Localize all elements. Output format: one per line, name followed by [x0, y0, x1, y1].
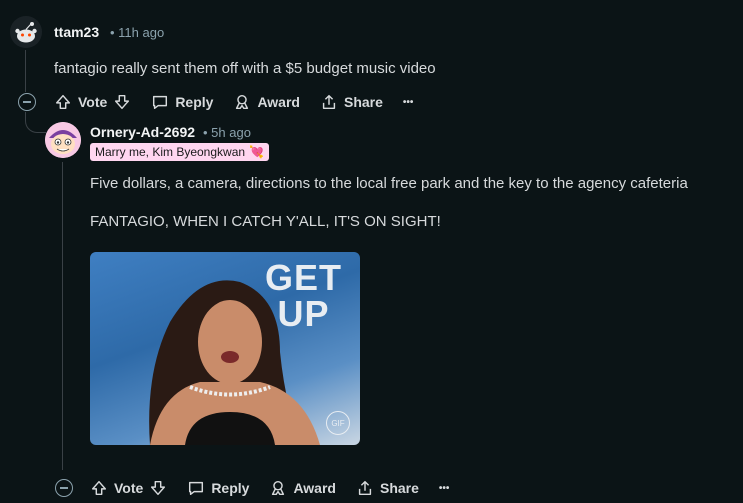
- comment-body: fantagio really sent them off with a $5 …: [54, 60, 436, 77]
- share-icon: [358, 480, 372, 496]
- time-text: 5h ago: [211, 125, 251, 140]
- vote-label: Vote: [114, 480, 144, 496]
- award-icon: [236, 94, 249, 110]
- more-label: •••: [438, 482, 450, 494]
- share-button[interactable]: Share: [310, 93, 393, 111]
- reply-icon: [153, 95, 168, 110]
- comment-actions: Vote Reply Award Share •••: [44, 87, 423, 117]
- comment-actions: Vote Reply Award Share •••: [80, 473, 459, 503]
- gif-caption-line-1: GET: [264, 257, 342, 298]
- more-label: •••: [402, 96, 414, 108]
- vote-group: Vote: [44, 93, 141, 111]
- comment-body-line-2: FANTAGIO, WHEN I CATCH Y'ALL, IT'S ON SI…: [90, 213, 441, 230]
- gif-caption: GET UP: [265, 260, 342, 332]
- award-button[interactable]: Award: [223, 93, 310, 111]
- gif-caption-line-2: UP: [277, 293, 330, 334]
- flair-text: Marry me, Kim Byeongkwan: [95, 145, 246, 159]
- gif-badge: GIF: [326, 411, 350, 435]
- upvote-icon[interactable]: [54, 93, 72, 111]
- cartoon-avatar-icon: [45, 122, 81, 158]
- comment-timestamp: • 11h ago: [110, 25, 165, 40]
- upvote-icon[interactable]: [90, 479, 108, 497]
- reply-button[interactable]: Reply: [141, 93, 223, 111]
- vote-label: Vote: [78, 94, 108, 110]
- collapse-button[interactable]: [18, 93, 36, 111]
- award-label: Award: [293, 480, 336, 496]
- award-button[interactable]: Award: [259, 479, 346, 497]
- downvote-icon[interactable]: [113, 93, 131, 111]
- reply-icon: [189, 481, 204, 496]
- embedded-gif[interactable]: GET UP GIF: [90, 252, 360, 445]
- more-options-button[interactable]: •••: [429, 483, 460, 494]
- comment-timestamp: • 5h ago: [203, 125, 251, 140]
- comment-author[interactable]: Ornery-Ad-2692: [90, 124, 195, 140]
- award-icon: [272, 480, 285, 496]
- more-options-button[interactable]: •••: [393, 97, 424, 108]
- reply-label: Reply: [211, 480, 250, 496]
- reply-label: Reply: [175, 94, 214, 110]
- avatar-ornery-ad-2692[interactable]: [45, 122, 81, 158]
- share-button[interactable]: Share: [346, 479, 429, 497]
- reply-thread-line[interactable]: [62, 162, 63, 470]
- time-text: 11h ago: [118, 25, 165, 40]
- heart-emoji-icon: 💘: [249, 145, 264, 159]
- reply-button[interactable]: Reply: [177, 479, 259, 497]
- reddit-snoo-icon: [10, 16, 42, 48]
- thread-connector: [25, 112, 46, 133]
- vote-group: Vote: [80, 479, 177, 497]
- comment-author[interactable]: ttam23: [54, 24, 99, 40]
- avatar-ttam23[interactable]: [10, 16, 42, 48]
- collapse-button[interactable]: [55, 479, 73, 497]
- thread-line: [25, 50, 26, 92]
- award-label: Award: [257, 94, 300, 110]
- share-icon: [322, 94, 336, 110]
- comment-body-line-1: Five dollars, a camera, directions to th…: [90, 175, 688, 192]
- share-label: Share: [343, 94, 383, 110]
- user-flair: Marry me, Kim Byeongkwan 💘: [90, 143, 269, 161]
- downvote-icon[interactable]: [149, 479, 167, 497]
- share-label: Share: [379, 480, 419, 496]
